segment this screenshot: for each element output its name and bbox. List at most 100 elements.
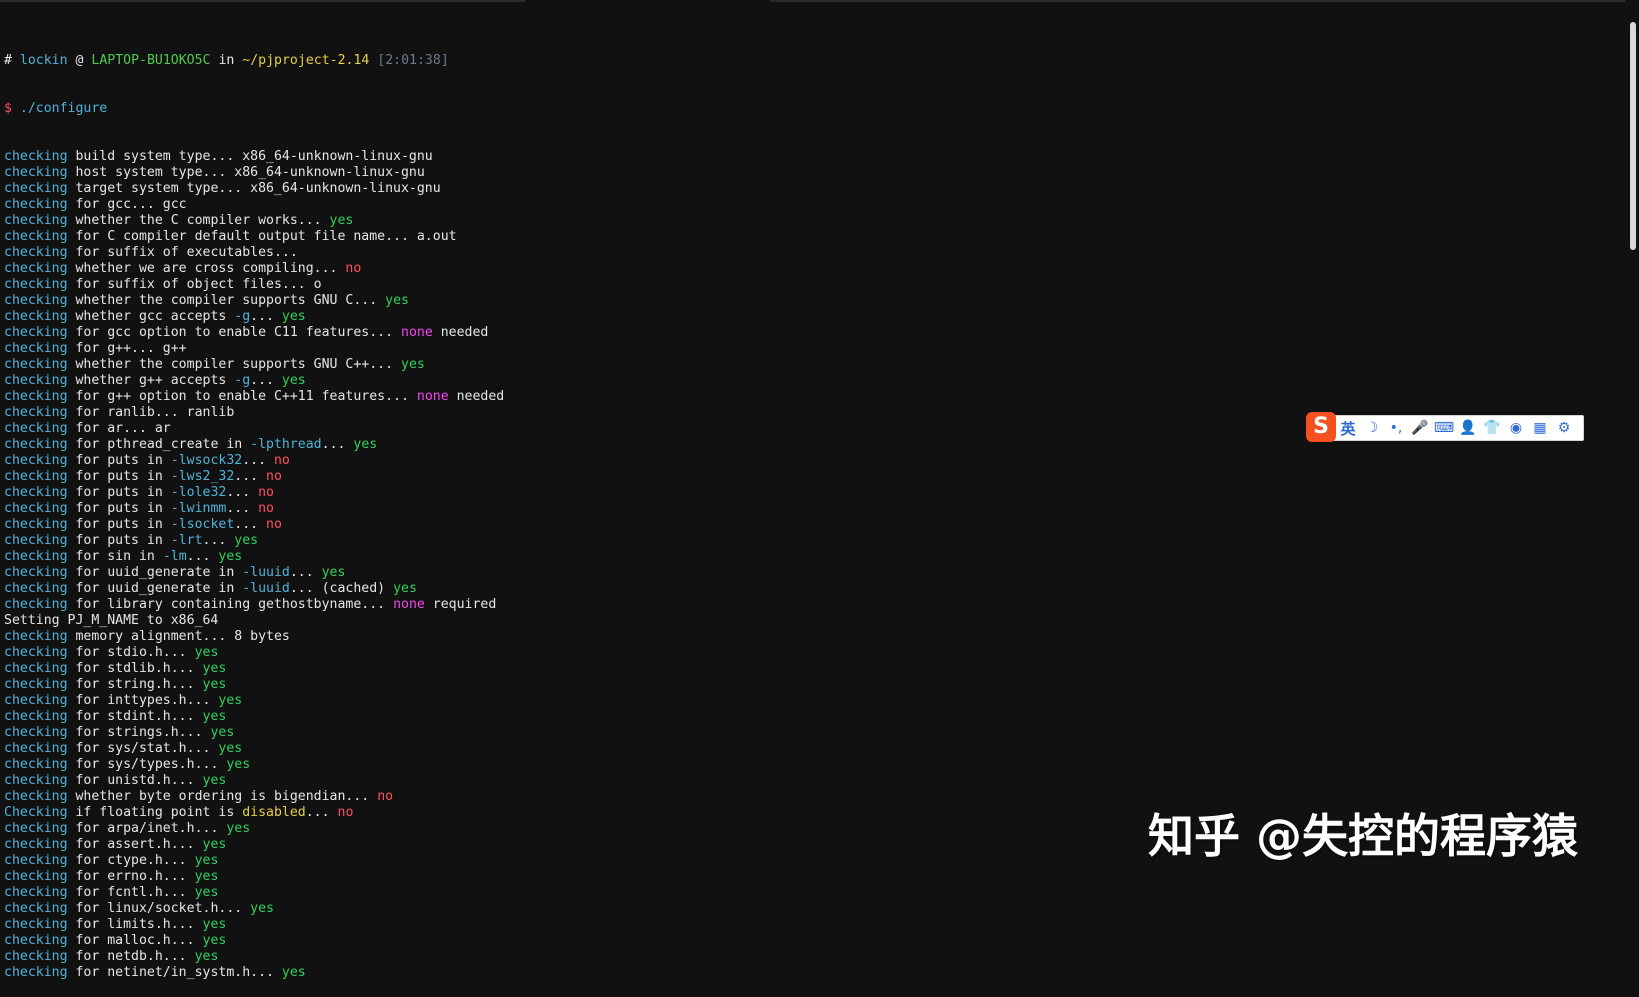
output-line: checking for assert.h... yes: [4, 837, 504, 853]
output-segment-plain: ...: [226, 485, 259, 500]
output-segment-kw: checking: [4, 373, 68, 388]
output-segment-kw: checking: [4, 965, 68, 980]
command-text: ./configure: [19, 101, 108, 116]
output-segment-kw: checking: [4, 821, 68, 836]
shirt-icon[interactable]: 👕: [1480, 416, 1504, 440]
output-segment-plain: for strings.h...: [67, 725, 211, 740]
output-segment-yes: yes: [226, 821, 251, 836]
output-segment-plain: ...: [289, 565, 322, 580]
grid-icon[interactable]: ▦: [1528, 416, 1552, 440]
output-line: checking for puts in -lwinmm... no: [4, 501, 504, 517]
output-segment-plain: for sys/stat.h...: [67, 741, 219, 756]
person-icon[interactable]: 👤: [1456, 416, 1480, 440]
prompt-at: @: [75, 53, 84, 68]
output-segment-none: none: [416, 389, 449, 404]
output-segment-plain: for ar... ar: [67, 421, 171, 436]
output-segment-plain: memory alignment... 8 bytes: [67, 629, 290, 644]
output-segment-yes: yes: [202, 773, 227, 788]
output-line: checking target system type... x86_64-un…: [4, 181, 504, 197]
output-segment-yes: yes: [210, 725, 235, 740]
output-segment-kw: checking: [4, 853, 68, 868]
punctuation-icon[interactable]: •,: [1384, 416, 1408, 440]
sogou-logo-icon[interactable]: S: [1306, 412, 1336, 442]
output-line: checking for fcntl.h... yes: [4, 885, 504, 901]
output-segment-kw: checking: [4, 277, 68, 292]
output-segment-yes: yes: [194, 949, 219, 964]
output-line: checking for puts in -lwsock32... no: [4, 453, 504, 469]
output-segment-yes: yes: [202, 709, 227, 724]
output-segment-plain: host system type... x86_64-unknown-linux…: [67, 165, 425, 180]
output-segment-kw: checking: [4, 757, 68, 772]
output-segment-yes: yes: [194, 853, 219, 868]
output-segment-kw: checking: [4, 885, 68, 900]
microphone-icon[interactable]: 🎤: [1408, 416, 1432, 440]
output-segment-kw: checking: [4, 949, 68, 964]
output-segment-plain: for sin in: [67, 549, 163, 564]
output-line: checking for puts in -lrt... yes: [4, 533, 504, 549]
output-segment-kw: checking: [4, 645, 68, 660]
output-segment-plain: for gcc... gcc: [67, 197, 187, 212]
output-segment-plain: for limits.h...: [67, 917, 203, 932]
output-segment-plain: needed: [432, 325, 489, 340]
output-segment-kw: checking: [4, 293, 68, 308]
output-line: checking for inttypes.h... yes: [4, 693, 504, 709]
output-segment-kw: checking: [4, 165, 68, 180]
output-segment-kw: checking: [4, 565, 68, 580]
output-line: checking memory alignment... 8 bytes: [4, 629, 504, 645]
output-segment-plain: ...: [186, 549, 219, 564]
output-segment-plain: for uuid_generate in: [67, 565, 243, 580]
output-segment-plain: whether the C compiler works...: [67, 213, 330, 228]
output-segment-kw: checking: [4, 389, 68, 404]
output-line: checking for pthread_create in -lpthread…: [4, 437, 504, 453]
output-line: checking host system type... x86_64-unkn…: [4, 165, 504, 181]
prompt-line: # lockin @ LAPTOP-BU1OKO5C in ~/pjprojec…: [4, 53, 504, 69]
output-segment-plain: for puts in: [67, 533, 171, 548]
output-segment-yes: yes: [281, 965, 306, 980]
output-line: checking for library containing gethostb…: [4, 597, 504, 613]
terminal-output[interactable]: # lockin @ LAPTOP-BU1OKO5C in ~/pjprojec…: [4, 21, 504, 997]
output-segment-yes: yes: [194, 645, 219, 660]
output-segment-kw: checking: [4, 533, 68, 548]
prompt-host: LAPTOP-BU1OKO5C: [91, 53, 211, 68]
output-line: checking whether the compiler supports G…: [4, 357, 504, 373]
command-line: $ ./configure: [4, 101, 504, 117]
output-segment-kw: checking: [4, 773, 68, 788]
output-segment-flag: -luuid: [242, 581, 290, 596]
output-segment-plain: for netinet/in_systm.h...: [67, 965, 282, 980]
output-segment-no: no: [377, 789, 394, 804]
ime-toolbar[interactable]: S 英 ☽ •, 🎤 ⌨ 👤 👕 ◉ ▦ ⚙: [1306, 412, 1584, 442]
output-segment-plain: for library containing gethostbyname...: [67, 597, 394, 612]
output-segment-yes: yes: [353, 437, 378, 452]
output-segment-yes: yes: [218, 741, 243, 756]
gear-icon[interactable]: ⚙: [1552, 416, 1576, 440]
output-line: checking whether the compiler supports G…: [4, 293, 504, 309]
output-line: checking for stdint.h... yes: [4, 709, 504, 725]
output-segment-plain: for suffix of object files... o: [67, 277, 322, 292]
output-segment-kw: checking: [4, 837, 68, 852]
output-line: checking for errno.h... yes: [4, 869, 504, 885]
scrollbar[interactable]: [1627, 0, 1639, 897]
keyboard-icon[interactable]: ⌨: [1432, 416, 1456, 440]
output-line: checking for strings.h... yes: [4, 725, 504, 741]
output-line: checking for sys/stat.h... yes: [4, 741, 504, 757]
output-segment-plain: Setting PJ_M_NAME to x86_64: [4, 613, 219, 628]
robot-icon[interactable]: ◉: [1504, 416, 1528, 440]
output-segment-plain: whether the compiler supports GNU C++...: [67, 357, 401, 372]
output-line: checking for netinet/in_systm.h... yes: [4, 965, 504, 981]
output-segment-no: no: [258, 501, 274, 516]
output-segment-kw: checking: [4, 709, 68, 724]
output-segment-plain: for ranlib... ranlib: [67, 405, 235, 420]
output-segment-plain: for stdio.h...: [67, 645, 195, 660]
output-line: checking for sys/types.h... yes: [4, 757, 504, 773]
output-segment-plain: for fcntl.h...: [67, 885, 195, 900]
output-segment-plain: whether byte ordering is bigendian...: [67, 789, 378, 804]
ime-mode-toggle[interactable]: 英: [1336, 416, 1360, 440]
output-segment-yes: yes: [218, 693, 243, 708]
output-line: checking for puts in -lsocket... no: [4, 517, 504, 533]
scrollbar-thumb[interactable]: [1630, 22, 1636, 250]
moon-icon[interactable]: ☽: [1360, 416, 1384, 440]
output-segment-kw: checking: [4, 421, 68, 436]
output-segment-plain: for C compiler default output file name.…: [67, 229, 457, 244]
output-segment-plain: for suffix of executables...: [67, 245, 298, 260]
output-segment-flag: -lole32: [170, 485, 227, 500]
